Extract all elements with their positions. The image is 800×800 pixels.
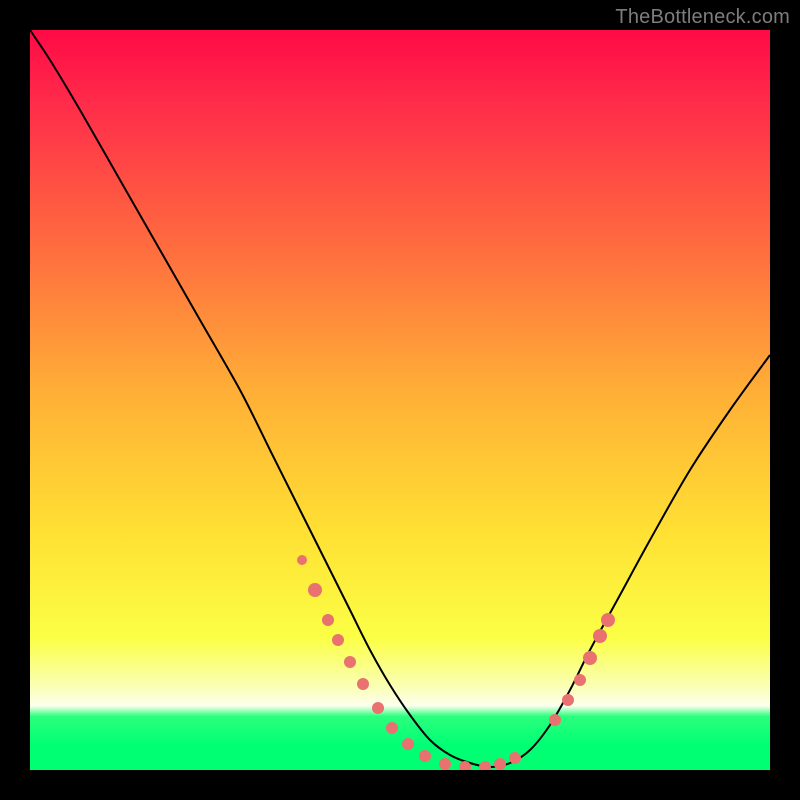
marker-dot (297, 555, 307, 565)
marker-dot (562, 694, 574, 706)
chart-frame: TheBottleneck.com (0, 0, 800, 800)
bottleneck-curve (30, 30, 770, 767)
marker-dot (439, 758, 451, 770)
marker-dot (386, 722, 398, 734)
marker-dot (322, 614, 334, 626)
marker-dot (308, 583, 322, 597)
marker-dot (344, 656, 356, 668)
marker-dot (593, 629, 607, 643)
chart-svg (30, 30, 770, 770)
marker-dot (549, 714, 561, 726)
plot-area (30, 30, 770, 770)
marker-dot (574, 674, 586, 686)
marker-dot (583, 651, 597, 665)
watermark-text: TheBottleneck.com (615, 6, 790, 29)
marker-dot (332, 634, 344, 646)
marker-dot (509, 752, 521, 764)
marker-dot (372, 702, 384, 714)
marker-dot (419, 750, 431, 762)
marker-dot (494, 758, 506, 770)
marker-dot (601, 613, 615, 627)
marker-dot (402, 738, 414, 750)
marker-dot (357, 678, 369, 690)
marker-dot (479, 761, 491, 770)
marker-group (297, 555, 615, 770)
